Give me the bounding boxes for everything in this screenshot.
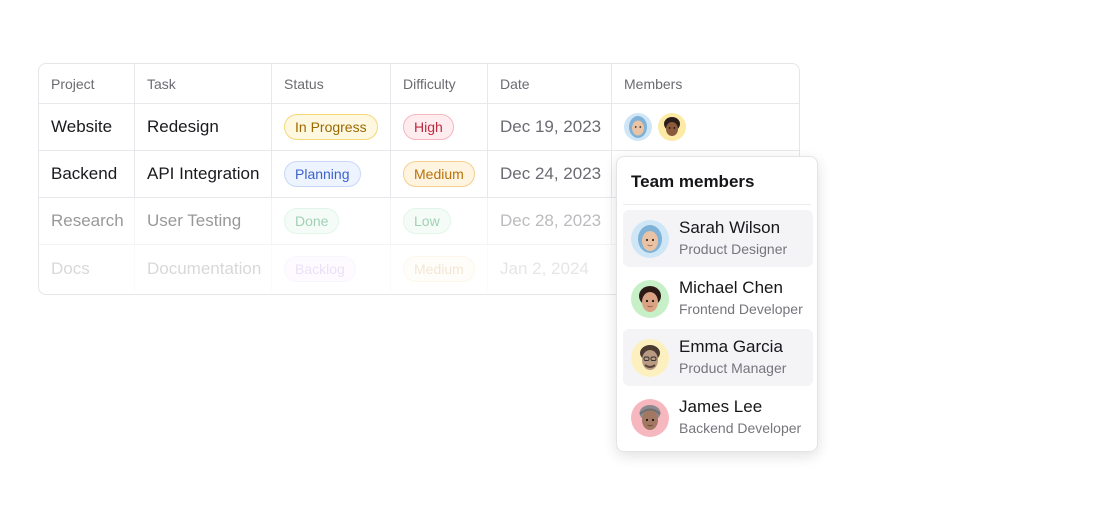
avatar-emma-icon xyxy=(631,338,669,377)
status-cell: Backlog xyxy=(272,245,391,292)
page: Project Task Status Difficulty Date Memb… xyxy=(0,0,1100,530)
project-cell: Backend xyxy=(39,151,135,197)
date-cell: Dec 19, 2023 xyxy=(488,104,612,150)
table-header-row: Project Task Status Difficulty Date Memb… xyxy=(39,64,799,104)
difficulty-cell: High xyxy=(391,104,488,150)
popover-title: Team members xyxy=(631,172,755,191)
divider xyxy=(623,204,811,205)
column-header-difficulty[interactable]: Difficulty xyxy=(391,64,488,103)
task-cell: Redesign xyxy=(135,104,272,150)
status-cell: Planning xyxy=(272,151,391,197)
status-badge[interactable]: Backlog xyxy=(284,255,356,282)
member-item-sarah-wilson[interactable]: Sarah Wilson Product Designer xyxy=(623,210,813,267)
column-header-date[interactable]: Date xyxy=(488,64,612,103)
difficulty-badge[interactable]: Low xyxy=(403,208,451,234)
difficulty-cell: Low xyxy=(391,198,488,244)
project-cell: Website xyxy=(39,104,135,150)
member-name: Michael Chen xyxy=(679,278,783,297)
members-cell xyxy=(612,104,799,150)
member-item-james-lee[interactable]: James Lee Backend Developer xyxy=(623,389,813,446)
team-members-popover: Team members Sarah Wilson Product Design… xyxy=(616,156,818,452)
member-text: James Lee Backend Developer xyxy=(679,397,801,438)
column-header-members[interactable]: Members xyxy=(612,64,799,103)
date-cell: Dec 24, 2023 xyxy=(488,151,612,197)
avatar-sarah-icon[interactable] xyxy=(624,113,652,141)
task-cell: User Testing xyxy=(135,198,272,244)
member-text: Michael Chen Frontend Developer xyxy=(679,278,803,319)
status-cell: Done xyxy=(272,198,391,244)
member-name: Emma Garcia xyxy=(679,337,783,356)
member-role: Backend Developer xyxy=(679,420,802,436)
status-badge[interactable]: Done xyxy=(284,208,340,234)
member-text: Sarah Wilson Product Designer xyxy=(679,218,787,259)
difficulty-badge[interactable]: Medium xyxy=(403,161,475,187)
difficulty-cell: Medium xyxy=(391,151,488,197)
status-cell: In Progress xyxy=(272,104,391,150)
task-cell: API Integration xyxy=(135,151,272,197)
member-role: Product Manager xyxy=(679,360,787,376)
difficulty-badge[interactable]: High xyxy=(403,114,454,140)
avatar-james-icon xyxy=(631,398,669,437)
difficulty-badge[interactable]: Medium xyxy=(403,255,475,282)
member-role: Frontend Developer xyxy=(679,301,803,317)
status-badge[interactable]: Planning xyxy=(284,161,361,187)
task-cell: Documentation xyxy=(135,245,272,292)
member-name: James Lee xyxy=(679,397,763,416)
member-item-emma-garcia[interactable]: Emma Garcia Product Manager xyxy=(623,329,813,386)
member-item-michael-chen[interactable]: Michael Chen Frontend Developer xyxy=(623,270,813,327)
column-header-project[interactable]: Project xyxy=(39,64,135,103)
date-cell: Jan 2, 2024 xyxy=(488,245,612,292)
table-row[interactable]: Website Redesign In Progress High Dec 19… xyxy=(39,104,799,151)
member-name: Sarah Wilson xyxy=(679,218,781,237)
member-text: Emma Garcia Product Manager xyxy=(679,337,786,378)
avatar-member-icon[interactable] xyxy=(658,113,686,141)
column-header-status[interactable]: Status xyxy=(272,64,391,103)
avatar-michael-icon xyxy=(631,279,669,318)
status-badge[interactable]: In Progress xyxy=(284,114,378,140)
project-cell: Research xyxy=(39,198,135,244)
date-cell: Dec 28, 2023 xyxy=(488,198,612,244)
column-header-task[interactable]: Task xyxy=(135,64,272,103)
member-role: Product Designer xyxy=(679,241,788,257)
avatar-sarah-icon xyxy=(631,219,669,258)
difficulty-cell: Medium xyxy=(391,245,488,292)
project-cell: Docs xyxy=(39,245,135,292)
